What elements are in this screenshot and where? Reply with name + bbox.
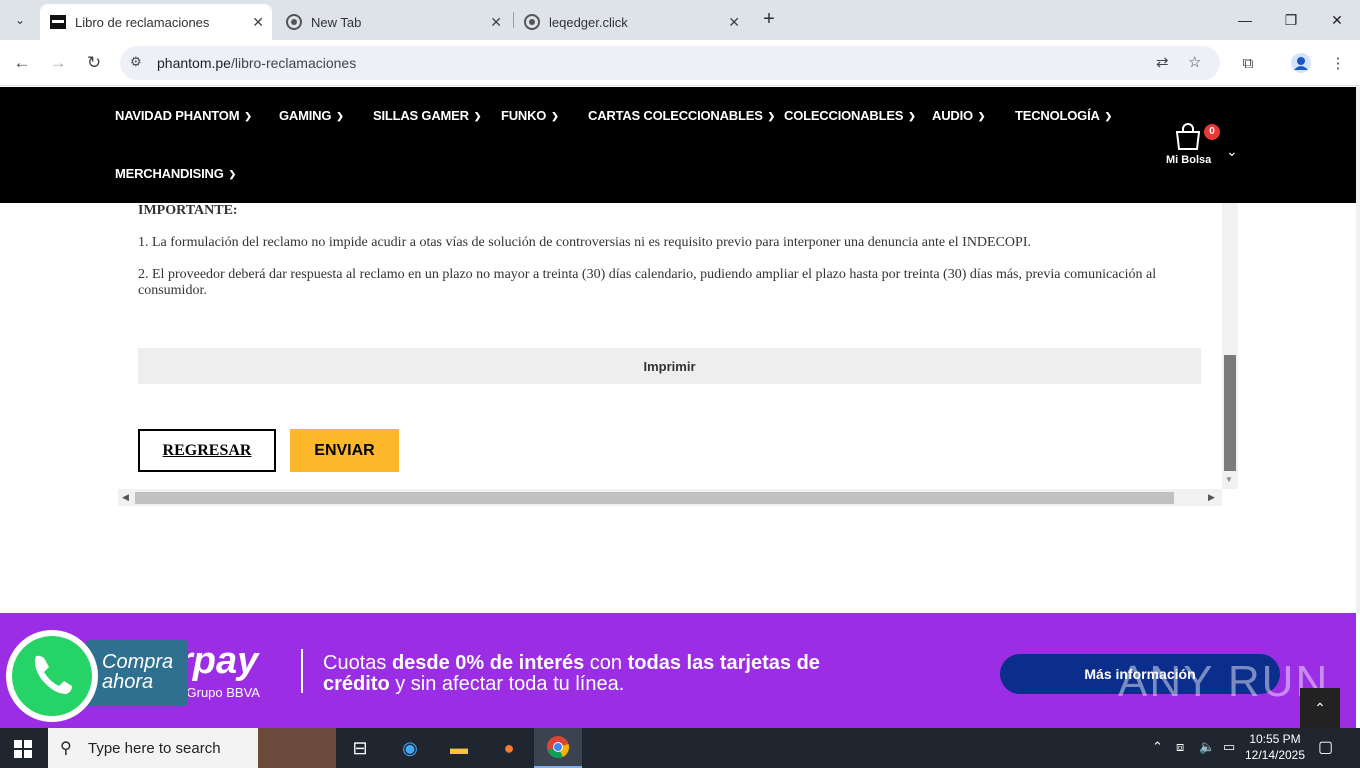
minimize-icon[interactable]: — [1222, 0, 1268, 40]
volume-icon[interactable]: 🔈 [1199, 739, 1215, 755]
menu-coleccionables[interactable]: COLECCIONABLES ❯ [784, 108, 916, 123]
network-icon[interactable]: ⧈ [1176, 739, 1184, 755]
chevron-down-icon: ❯ [767, 111, 776, 121]
chevron-down-icon: ❯ [1104, 111, 1113, 121]
promo-grupo-text: l Grupo BBVA [180, 685, 260, 700]
search-icon: ⚲ [60, 740, 72, 757]
scroll-left-arrow-icon[interactable]: ◀ [122, 492, 129, 503]
page-scrollbar[interactable] [1356, 87, 1360, 613]
close-tab-icon[interactable]: ✕ [490, 14, 502, 31]
tab-leqedger[interactable]: leqedger.click ✕ [514, 4, 748, 40]
close-tab-icon[interactable]: ✕ [252, 14, 264, 31]
close-tab-icon[interactable]: ✕ [728, 14, 740, 31]
tab-libro-reclamaciones[interactable]: Libro de reclamaciones ✕ [40, 4, 272, 40]
site-header: NAVIDAD PHANTOM ❯ GAMING ❯ SILLAS GAMER ❯ F… [0, 87, 1356, 203]
reload-icon[interactable]: ↻ [81, 50, 107, 76]
menu-sillas-gamer[interactable]: SILLAS GAMER ❯ [373, 108, 481, 123]
menu-gaming[interactable]: GAMING ❯ [279, 108, 344, 123]
complaint-form-frame: IMPORTANTE: 1. La formulación del reclam… [118, 203, 1238, 506]
task-view-icon[interactable]: ⊟ [336, 728, 384, 768]
taskbar-clock[interactable]: 10:55 PM 12/14/2025 [1242, 731, 1308, 763]
chevron-down-icon: ❯ [228, 169, 237, 179]
promo-text: Cuotas desde 0% de interés con todas las… [323, 652, 820, 695]
frame-vertical-scrollbar[interactable]: ▼ [1222, 203, 1238, 489]
taskbar-search-box[interactable]: ⚲ Type here to search [48, 728, 336, 768]
promo-divider [301, 649, 303, 693]
browser-toolbar: ← → ↻ ⚙ phantom.pe/libro-reclamaciones ⇄… [0, 40, 1360, 86]
tab-title: Libro de reclamaciones [75, 14, 210, 30]
cart-label: Mi Bolsa [1166, 154, 1212, 166]
firefox-icon[interactable]: ● [485, 728, 533, 768]
tab-title: leqedger.click [549, 14, 628, 30]
windows-start-icon[interactable] [14, 740, 32, 758]
menu-navidad-phantom[interactable]: NAVIDAD PHANTOM ❯ [115, 108, 252, 123]
taskbar-search-placeholder: Type here to search [88, 740, 221, 757]
chevron-down-icon: ❯ [551, 111, 559, 121]
frame-horizontal-scrollbar[interactable]: ◀ ▶ [118, 489, 1222, 506]
globe-favicon-icon [524, 14, 540, 30]
url-text[interactable]: phantom.pe/libro-reclamaciones [157, 55, 356, 71]
shopping-bag-icon [1175, 123, 1201, 150]
print-button[interactable]: Imprimir [138, 348, 1201, 384]
whatsapp-label[interactable]: Compra ahora [86, 640, 188, 706]
bookmark-star-icon[interactable]: ☆ [1188, 53, 1201, 71]
chevron-down-icon: ❯ [336, 111, 344, 121]
restore-icon[interactable]: ❐ [1268, 0, 1314, 40]
promo-brand-logo: rpay [178, 640, 259, 682]
browser-menu-icon[interactable]: ⋮ [1325, 50, 1351, 76]
clock-time: 10:55 PM [1249, 732, 1301, 746]
chevron-down-icon: ❯ [244, 111, 252, 121]
clock-date: 12/14/2025 [1244, 748, 1306, 762]
show-hidden-icons-chevron[interactable]: ⌃ [1152, 739, 1163, 755]
address-bar[interactable]: ⚙ phantom.pe/libro-reclamaciones ⇄ ☆ [120, 46, 1220, 80]
extensions-icon[interactable]: ⧉ [1235, 50, 1261, 76]
cart-chevron-down-icon[interactable]: ⌄ [1226, 143, 1238, 160]
cart-count-badge: 0 [1204, 124, 1220, 140]
scroll-down-arrow-icon[interactable]: ▼ [1225, 475, 1233, 484]
send-button[interactable]: ENVIAR [290, 429, 399, 472]
menu-cartas-coleccionables[interactable]: CARTAS COLECCIONABLES ❯ [588, 108, 775, 123]
important-note-2: 2. El proveedor deberá dar respuesta al … [138, 267, 1157, 298]
back-to-top-button[interactable]: ⌃ [1300, 688, 1340, 728]
tab-new-tab[interactable]: New Tab ✕ [276, 4, 510, 40]
profile-avatar-icon[interactable] [1288, 50, 1314, 76]
forward-arrow-icon[interactable]: → [45, 50, 71, 76]
file-explorer-icon[interactable]: ▬ [435, 728, 483, 768]
menu-merchandising[interactable]: MERCHANDISING ❯ [115, 166, 236, 181]
cart-button[interactable]: 0 Mi Bolsa [1166, 123, 1220, 167]
chevron-down-icon: ❯ [908, 111, 916, 121]
scroll-thumb[interactable] [1224, 355, 1236, 471]
phantom-favicon-icon [50, 14, 66, 30]
close-window-icon[interactable]: ✕ [1314, 0, 1360, 40]
new-tab-button[interactable]: + [758, 8, 780, 32]
chevron-down-icon: ❯ [977, 111, 986, 121]
tab-search-icon[interactable]: ⌄ [8, 8, 32, 32]
anyrun-watermark: ANY RUN [1118, 657, 1330, 706]
back-button[interactable]: REGRESAR [138, 429, 276, 472]
scroll-thumb[interactable] [135, 492, 1174, 504]
search-highlight-image [258, 728, 336, 768]
menu-tecnologia[interactable]: TECNOLOGÍA ❯ [1015, 108, 1112, 123]
notifications-icon[interactable]: ▢ [1318, 737, 1333, 757]
promo-banner[interactable]: rpay l Grupo BBVA Cuotas desde 0% de int… [0, 613, 1356, 728]
browser-tab-bar: ⌄ Libro de reclamaciones ✕ New Tab ✕ leq… [0, 0, 1360, 40]
important-heading: IMPORTANTE: [138, 203, 238, 218]
chevron-down-icon: ❯ [473, 111, 482, 121]
tab-title: New Tab [311, 14, 362, 30]
scroll-right-arrow-icon[interactable]: ▶ [1208, 492, 1215, 503]
important-note-1: 1. La formulación del reclamo no impide … [138, 235, 1031, 250]
menu-funko[interactable]: FUNKO ❯ [501, 108, 559, 123]
whatsapp-icon[interactable] [6, 630, 98, 722]
back-arrow-icon[interactable]: ← [9, 50, 35, 76]
windows-taskbar: ⚲ Type here to search ⊟ ◉ ▬ ● ⌃ ⧈ 🔈 ▭ 10… [0, 728, 1360, 768]
edge-browser-icon[interactable]: ◉ [386, 728, 434, 768]
site-info-icon[interactable]: ⚙ [130, 54, 142, 70]
translate-icon[interactable]: ⇄ [1156, 53, 1169, 71]
chrome-favicon-icon [286, 14, 302, 30]
display-icon[interactable]: ▭ [1223, 739, 1235, 755]
menu-audio[interactable]: AUDIO ❯ [932, 108, 985, 123]
chrome-taskbar-icon[interactable] [534, 728, 582, 768]
